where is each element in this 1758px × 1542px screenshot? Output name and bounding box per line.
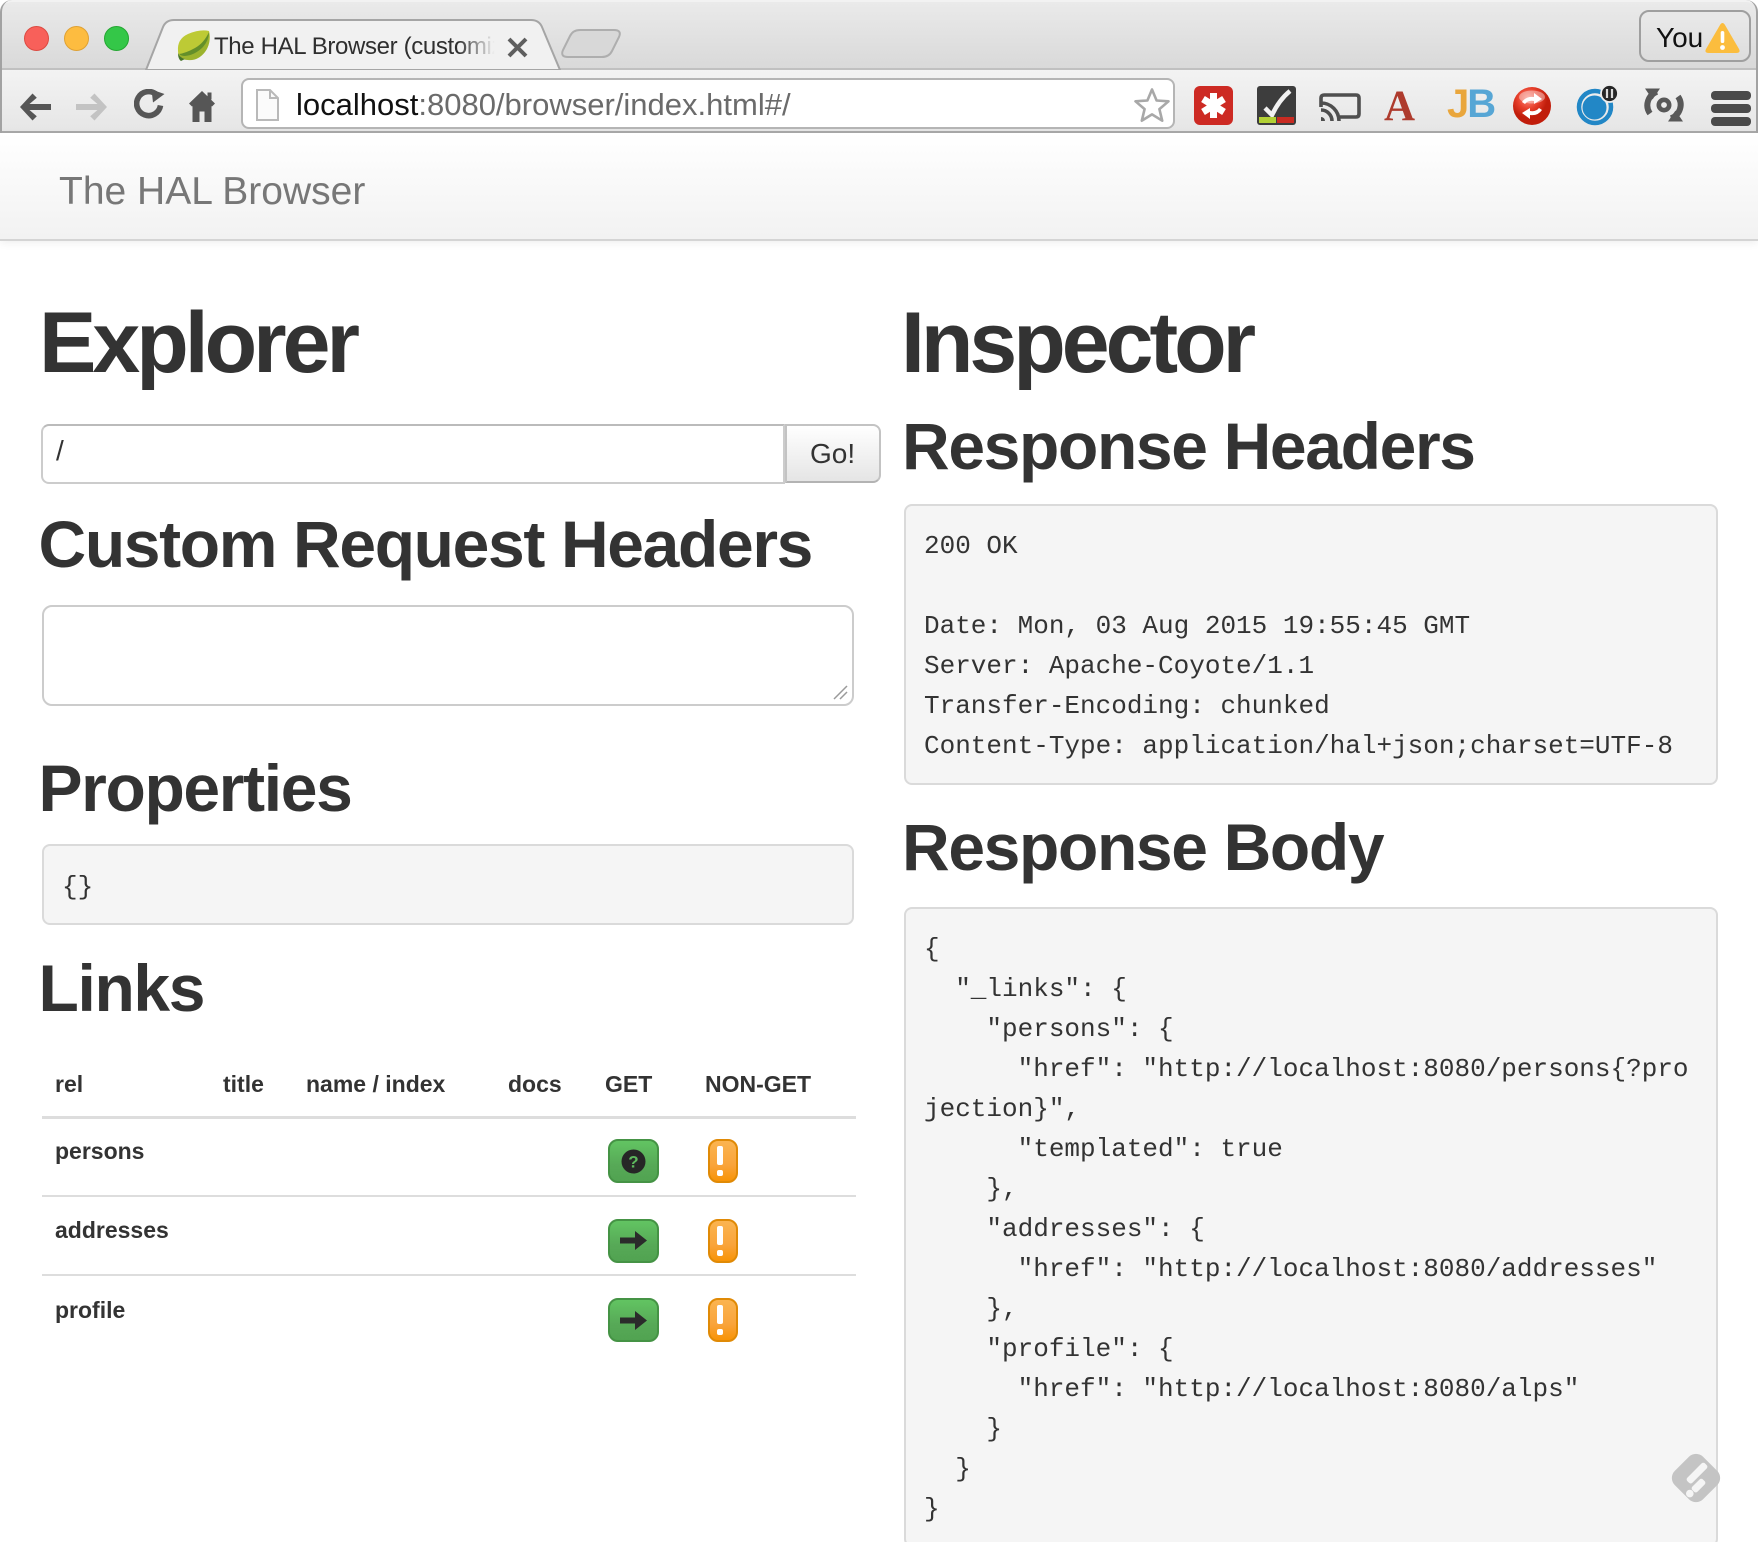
svg-text:?: ? bbox=[628, 1153, 638, 1172]
